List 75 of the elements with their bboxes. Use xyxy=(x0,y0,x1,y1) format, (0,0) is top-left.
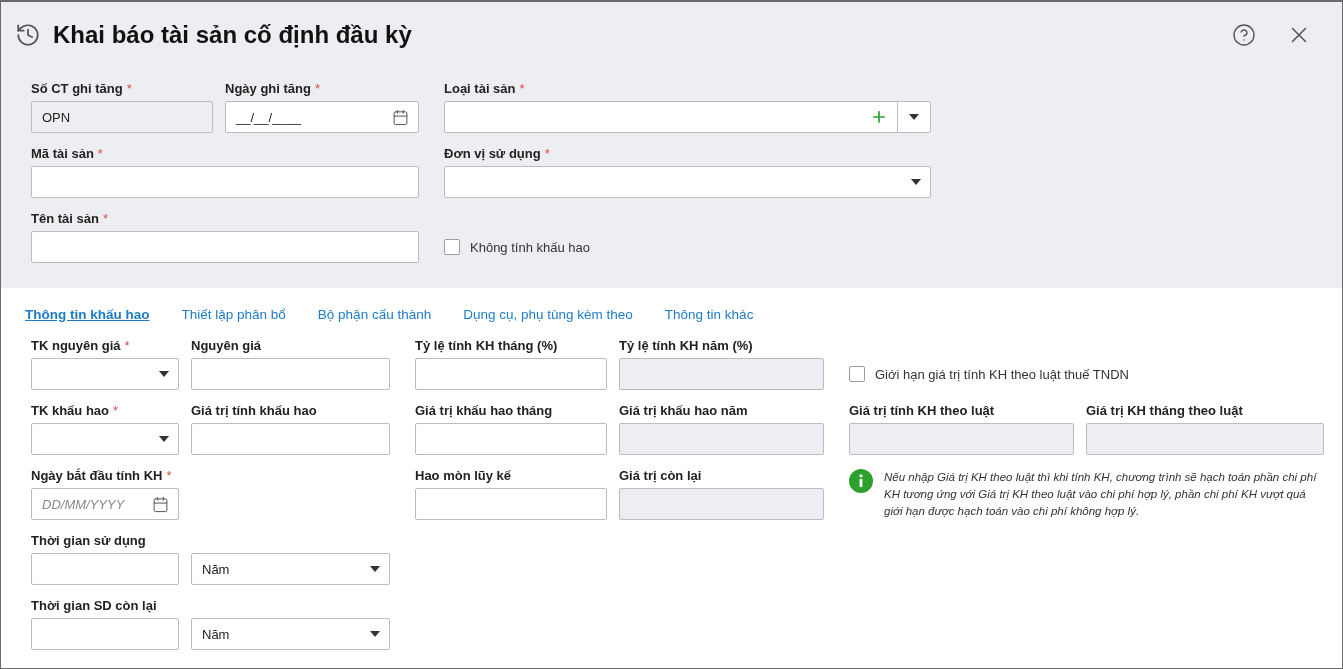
field-value: __/__/____ xyxy=(234,109,303,125)
window-title: Khai báo tài sản cố định đầu kỳ xyxy=(53,21,413,49)
input-field[interactable] xyxy=(415,423,607,455)
field-label: Giá trị khấu hao tháng xyxy=(415,403,553,419)
info-note: Nếu nhập Giá trị KH theo luật thì khi tính KH, chương trình sẽ hạch toán phần chi phí KH tương ứng với Giá trị KH theo luật vào chi phí hợp lý, phần chi phí KH vượt quá giới hạn được hạch toán vào chi phí không hợp lý. xyxy=(884,470,1318,519)
field-label: Thời gian SD còn lại xyxy=(31,598,157,614)
input-field[interactable] xyxy=(191,358,390,390)
required-mark: * xyxy=(519,81,525,97)
required-mark: * xyxy=(113,403,119,419)
field-label: Giá trị khấu hao năm xyxy=(619,403,748,419)
help-icon[interactable] xyxy=(1232,23,1256,47)
input-field[interactable] xyxy=(31,231,419,263)
field-label: Tỷ lệ tính KH tháng (%) xyxy=(415,338,558,354)
dropdown-field[interactable] xyxy=(444,101,931,133)
field-label: Đơn vị sử dụng xyxy=(444,146,541,162)
field-label: Thời gian sử dụng xyxy=(31,533,146,549)
field-label: Tỷ lệ tính KH năm (%) xyxy=(619,338,753,354)
checkbox[interactable] xyxy=(444,239,460,255)
field-value: OPN xyxy=(41,109,72,125)
tab[interactable]: Dụng cụ, phụ tùng kèm theo xyxy=(463,305,633,323)
dropdown-field[interactable] xyxy=(31,423,179,455)
caret-icon xyxy=(909,114,919,120)
field-label: Mã tài sản xyxy=(31,146,94,162)
caret-icon xyxy=(159,371,169,377)
caret-icon xyxy=(370,631,380,637)
placeholder-text: DD/MM/YYYY xyxy=(41,496,126,512)
dropdown-field[interactable] xyxy=(31,358,179,390)
field-label: Nguyên giá xyxy=(191,338,262,354)
required-mark: * xyxy=(102,211,108,227)
history-icon xyxy=(15,22,41,48)
field-label: Tên tài sản xyxy=(31,211,99,227)
input-field[interactable] xyxy=(415,488,607,520)
date-field[interactable]: DD/MM/YYYY xyxy=(31,488,179,520)
field-label: Số CT ghi tăng xyxy=(31,81,123,97)
tab[interactable]: Thông tin khấu hao xyxy=(25,305,150,323)
info-icon xyxy=(849,469,873,493)
input-field[interactable] xyxy=(31,618,179,650)
input-field[interactable] xyxy=(415,358,607,390)
dropdown-field[interactable]: Năm xyxy=(191,618,390,650)
tab[interactable]: Bộ phận cấu thành xyxy=(317,305,432,323)
calendar-icon xyxy=(152,495,169,513)
calendar-icon xyxy=(392,108,409,126)
caret-icon xyxy=(159,436,169,442)
checkbox-option[interactable]: Không tính khấu hao xyxy=(444,231,931,263)
dropdown-field[interactable]: Năm xyxy=(191,553,390,585)
field-label: Ngày ghi tăng xyxy=(225,81,311,97)
required-mark: * xyxy=(314,81,320,97)
required-mark: * xyxy=(126,81,132,97)
tab[interactable]: Thiết lập phân bổ xyxy=(181,305,286,323)
date-field[interactable]: __/__/____ xyxy=(225,101,419,133)
caret-icon xyxy=(911,179,921,185)
required-mark: * xyxy=(544,146,550,162)
field-value: Năm xyxy=(201,561,231,577)
field-value: Năm xyxy=(201,626,231,642)
input-field[interactable] xyxy=(31,553,179,585)
field-label: Giá trị còn lại xyxy=(619,468,702,484)
checkbox[interactable] xyxy=(849,366,865,382)
plus-icon xyxy=(870,108,888,126)
field-label: Loại tài sản xyxy=(444,81,516,97)
field-label: Giá trị KH tháng theo luật xyxy=(1086,403,1243,419)
field-label: TK nguyên giá xyxy=(31,338,121,354)
checkbox-option[interactable]: Giới hạn giá trị tính KH theo luật thuế TNDN xyxy=(849,358,1324,390)
required-mark: * xyxy=(166,468,172,484)
required-mark: * xyxy=(97,146,103,162)
field-label: Hao mòn lũy kế xyxy=(415,468,512,484)
tab[interactable]: Thông tin khác xyxy=(664,305,754,323)
field-label: Giá trị tính khấu hao xyxy=(191,403,317,419)
caret-icon xyxy=(370,566,380,572)
required-mark: * xyxy=(124,338,130,354)
field-label: Ngày bắt đầu tính KH xyxy=(31,468,163,484)
field-label: TK khấu hao xyxy=(31,403,109,419)
input-field[interactable] xyxy=(31,166,419,198)
field-label: Giá trị tính KH theo luật xyxy=(849,403,995,419)
input-field[interactable] xyxy=(191,423,390,455)
dropdown-field[interactable] xyxy=(444,166,931,198)
